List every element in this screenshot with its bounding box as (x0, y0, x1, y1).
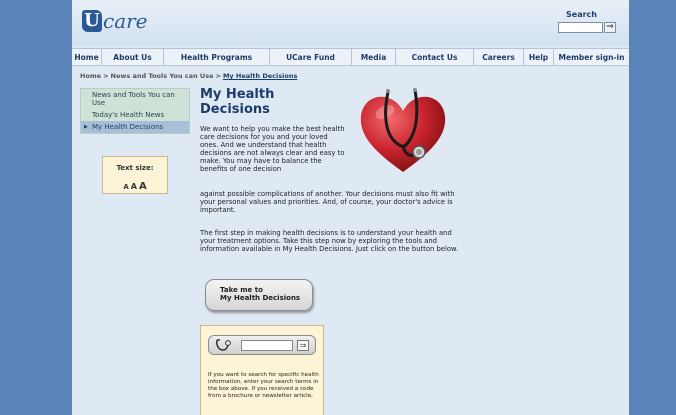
cta-line1: Take me to (220, 286, 263, 294)
health-search-go-button[interactable]: ⇒ (297, 340, 309, 351)
search-label: Search (566, 10, 597, 19)
nav-item-about-us[interactable]: About Us (102, 49, 164, 65)
nav-item-careers[interactable]: Careers (474, 49, 524, 65)
text-size-medium[interactable]: A (131, 182, 137, 191)
nav-item-home[interactable]: Home (72, 49, 102, 65)
breadcrumb: Home > News and Tools You can Use > My Healt… (80, 72, 297, 80)
logo[interactable]: U care (82, 6, 148, 36)
search-input[interactable] (558, 22, 603, 33)
nav-item-ucare-fund[interactable]: UCare Fund (270, 49, 352, 65)
page-container: U care Search ⇒ Home About Us Health Pro… (72, 0, 629, 415)
health-search-help-text: If you want to search for specific healt… (208, 372, 319, 399)
main-nav: Home About Us Health Programs UCare Fund… (72, 48, 629, 66)
site-header: U care Search ⇒ (72, 0, 629, 46)
health-search-input[interactable] (241, 340, 293, 351)
text-size-label: Text size: (116, 164, 154, 172)
heart-stethoscope-icon (360, 88, 446, 172)
breadcrumb-separator: > (103, 72, 109, 80)
logo-text: care (103, 9, 148, 33)
breadcrumb-news-tools[interactable]: News and Tools You can Use (111, 72, 214, 80)
nav-item-health-programs[interactable]: Health Programs (164, 49, 270, 65)
breadcrumb-current[interactable]: My Health Decisions (223, 72, 297, 80)
text-size-options: AAA (103, 174, 167, 193)
text-size-panel: Text size: AAA (102, 156, 168, 194)
page-title: My Health Decisions (200, 87, 275, 117)
health-search-panel: ⇒ If you want to search for specific hea… (200, 325, 324, 415)
text-size-large[interactable]: A (139, 181, 147, 192)
nav-item-media[interactable]: Media (352, 49, 396, 65)
intro-paragraph-part1: We want to help you make the best health… (200, 125, 345, 173)
health-search-tool: ⇒ (208, 335, 316, 355)
logo-initial: U (82, 10, 102, 32)
text-size-small[interactable]: A (123, 183, 128, 191)
stethoscope-icon (216, 339, 231, 351)
left-nav-item-my-health-decisions[interactable]: My Health Decisions (81, 121, 189, 133)
nav-item-help[interactable]: Help (524, 49, 554, 65)
left-nav-item-todays-news[interactable]: Today's Health News (81, 109, 189, 121)
nav-item-contact-us[interactable]: Contact Us (396, 49, 474, 65)
take-me-to-decisions-button[interactable]: Take me to My Health Decisions (205, 279, 313, 311)
breadcrumb-separator: > (215, 72, 221, 80)
nav-item-member-sign-in[interactable]: Member sign-in (554, 49, 629, 65)
left-nav-item-news-tools[interactable]: News and Tools You can Use (81, 89, 189, 109)
cta-line2: My Health Decisions (220, 294, 301, 302)
intro-paragraph-part2: against possible complications of anothe… (200, 190, 455, 214)
breadcrumb-home[interactable]: Home (80, 72, 101, 80)
search-go-button[interactable]: ⇒ (604, 22, 616, 33)
first-step-paragraph: The first step in making health decision… (200, 229, 459, 253)
left-nav: News and Tools You can Use Today's Healt… (80, 88, 190, 134)
